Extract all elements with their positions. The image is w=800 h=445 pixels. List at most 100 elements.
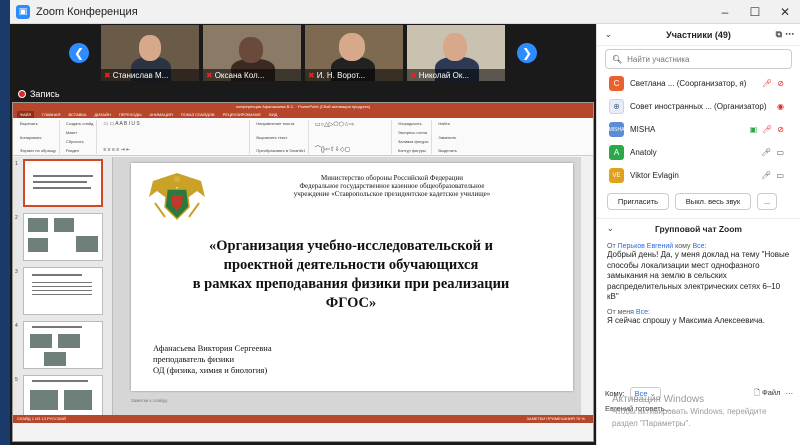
thumb-photo bbox=[76, 236, 98, 252]
more-options-icon[interactable]: ⋯ bbox=[786, 389, 794, 398]
minimize-icon[interactable]: – bbox=[710, 0, 740, 24]
ribbon-layout[interactable]: Макет bbox=[66, 130, 93, 135]
invite-button[interactable]: Пригласить bbox=[607, 193, 669, 210]
ppt-scrollbar[interactable] bbox=[581, 157, 593, 415]
ribbon-format-painter[interactable]: Формат по образцу bbox=[20, 148, 56, 153]
ppt-tab[interactable]: ПОКАЗ СЛАЙДОВ bbox=[181, 111, 215, 118]
ppt-tab[interactable]: АНИМАЦИЯ bbox=[150, 111, 173, 118]
close-icon[interactable]: ✕ bbox=[770, 0, 800, 24]
video-thumb[interactable]: ✖ Николай Ок... bbox=[407, 25, 505, 81]
thumb-line bbox=[32, 294, 92, 295]
ribbon-group-font: ▭ ▭ A A B I U S ≡ ≡ ≡ ≡ ⇥ ⇤ bbox=[100, 120, 251, 154]
ribbon-shape-outline[interactable]: Контур фигуры bbox=[398, 148, 429, 153]
slide-thumbnail[interactable] bbox=[23, 213, 103, 261]
recipient-select[interactable]: Все ⌄ bbox=[629, 386, 661, 400]
ppt-tab[interactable]: ДИЗАЙН bbox=[94, 111, 110, 118]
shared-screen-powerpoint[interactable]: конференция Афанасьева В.С. · PowerPoint… bbox=[12, 102, 594, 442]
ribbon-new-slide[interactable]: Создать слайд bbox=[66, 121, 93, 126]
participant-row[interactable]: A Anatoly 🎤︎ ▭ bbox=[597, 141, 800, 164]
video-thumb[interactable]: ✖ И. Н. Ворот... bbox=[305, 25, 403, 81]
participant-row[interactable]: MISHA MISHA ▣ 🎤︎ ⊘ bbox=[597, 118, 800, 141]
zoom-logo-icon: ▣ bbox=[16, 4, 30, 19]
thumb-line bbox=[32, 290, 92, 291]
recording-indicator[interactable]: Запись bbox=[18, 86, 60, 102]
thumb-line bbox=[33, 187, 91, 189]
ribbon-shapes-gallery-2[interactable]: ⌒{}⇦⇧⇩◇▢ bbox=[315, 144, 388, 153]
muted-mic-icon: ✖ bbox=[308, 70, 315, 80]
collapse-chevron-icon[interactable]: ⌄ bbox=[607, 224, 614, 233]
mic-icon[interactable]: 🎤︎ bbox=[761, 171, 771, 180]
popout-icon[interactable]: ⧉ bbox=[776, 29, 782, 40]
ribbon-quick-styles[interactable]: Экспресс-стили bbox=[398, 130, 429, 135]
message-sender[interactable]: Перьков Евгений bbox=[618, 243, 674, 250]
previous-page-button[interactable]: ❮ bbox=[69, 43, 89, 63]
ribbon-shapes-gallery[interactable]: ▭○△▷⬠⬡☆⇨ bbox=[315, 121, 388, 128]
video-icon[interactable]: ▭ bbox=[776, 148, 784, 157]
ribbon-paragraph-tools[interactable]: ≡ ≡ ≡ ≡ ⇥ ⇤ bbox=[103, 147, 246, 153]
maximize-icon[interactable]: ☐ bbox=[740, 0, 770, 24]
next-page-button[interactable]: ❯ bbox=[517, 43, 537, 63]
ribbon-find[interactable]: Найти bbox=[438, 121, 456, 126]
ppt-ribbon: Вырезать Копировать Формат по образцу Со… bbox=[13, 118, 593, 156]
ribbon-arrange[interactable]: Упорядочить bbox=[398, 121, 429, 126]
participant-row[interactable]: С Светлана ... (Соорганизатор, я) 🎤︎ ⊘ bbox=[597, 72, 800, 95]
to-label: Кому: bbox=[605, 388, 625, 398]
ribbon-section[interactable]: Раздел bbox=[66, 148, 93, 153]
participant-search[interactable]: 🔍︎ bbox=[605, 49, 792, 69]
chat-input[interactable]: Евгений готоветь... bbox=[605, 404, 793, 413]
more-button[interactable]: ... bbox=[757, 193, 777, 210]
chat-title: Групповой чат Zoom bbox=[655, 223, 742, 234]
slide-number: 3 bbox=[15, 269, 18, 275]
participant-search-input[interactable] bbox=[627, 54, 791, 64]
ribbon-replace[interactable]: Заменить bbox=[438, 135, 456, 140]
ppt-tab[interactable]: ВСТАВКА bbox=[68, 111, 86, 118]
video-off-icon[interactable]: ⊘ bbox=[777, 79, 784, 88]
video-icon[interactable]: ▭ bbox=[776, 171, 784, 180]
ribbon-font-tools[interactable]: ▭ ▭ A A B I U S bbox=[103, 121, 246, 127]
ribbon-smartart[interactable]: Преобразовать в SmartArt bbox=[256, 148, 305, 153]
ribbon-select[interactable]: Выделить bbox=[438, 148, 456, 153]
slide-thumbnail[interactable] bbox=[23, 159, 103, 207]
ppt-tab[interactable]: ФАЙЛ bbox=[17, 111, 35, 118]
ministry-line: Федеральное государственное казенное общ… bbox=[299, 182, 485, 190]
slide-thumbnail[interactable] bbox=[23, 321, 103, 369]
ribbon-shape-fill[interactable]: Заливка фигуры bbox=[398, 139, 429, 144]
current-slide[interactable]: Министерство обороны Российской Федераци… bbox=[131, 163, 573, 391]
more-options-icon[interactable]: ⋯ bbox=[785, 29, 794, 40]
ppt-tab[interactable]: ГЛАВНАЯ bbox=[42, 111, 60, 118]
status-right: ЗАМЕТКИ ПРИМЕЧАНИЯ 76 % bbox=[526, 416, 585, 421]
ppt-workspace: 1 2 3 4 5 Министерство обороны Российско… bbox=[13, 157, 593, 415]
slide-thumbnail[interactable] bbox=[23, 375, 103, 415]
file-button[interactable]: 🗋 Файл bbox=[754, 387, 781, 400]
message-text: Добрый день! Да, у меня доклад на тему "… bbox=[607, 250, 790, 301]
video-thumb[interactable]: ✖ Оксана Кол... bbox=[203, 25, 301, 81]
muted-mic-icon[interactable]: 🎤︎ bbox=[762, 125, 772, 134]
video-off-icon[interactable]: ⊘ bbox=[777, 125, 784, 134]
muted-mic-icon: ✖ bbox=[104, 70, 111, 80]
slide-thumbnail[interactable] bbox=[23, 267, 103, 315]
muted-mic-icon[interactable]: 🎤︎ bbox=[762, 79, 772, 88]
ribbon-copy[interactable]: Копировать bbox=[20, 135, 56, 140]
ribbon-cut[interactable]: Вырезать bbox=[20, 121, 56, 126]
ribbon-reset[interactable]: Сбросить bbox=[66, 139, 93, 144]
mute-all-button[interactable]: Выкл. весь звук bbox=[675, 193, 751, 210]
screen: ▣ Zoom Конференция – ☐ ✕ ❮ ✖ Станислав М.… bbox=[0, 0, 800, 445]
collapse-chevron-icon[interactable]: ⌄ bbox=[605, 30, 612, 39]
thumb-name: Оксана Кол... bbox=[214, 70, 265, 80]
participant-row[interactable]: ⊕ Совет иностранных ... (Организатор) ◉ bbox=[597, 95, 800, 118]
ribbon-align-text[interactable]: Выровнять текст bbox=[256, 135, 305, 140]
participant-name: Совет иностранных ... (Организатор) bbox=[630, 102, 767, 111]
slide-notes[interactable]: Заметки к слайду bbox=[131, 398, 167, 403]
participant-row[interactable]: VE Viktor Evlagin 🎤︎ ▭ bbox=[597, 164, 800, 187]
ppt-tab[interactable]: РЕЦЕНЗИРОВАНИЕ bbox=[223, 111, 261, 118]
ministry-line: учреждение «Ставропольское президентское… bbox=[293, 190, 491, 198]
thumb-photo bbox=[30, 334, 52, 348]
mic-icon[interactable]: 🎤︎ bbox=[761, 148, 771, 157]
message-meta: От Перьков Евгений кому Все: bbox=[607, 243, 790, 250]
ppt-tab[interactable]: ПЕРЕХОДЫ bbox=[119, 111, 142, 118]
ribbon-text-direction[interactable]: Направление текста bbox=[256, 121, 305, 126]
ribbon-group-editing: Найти Заменить Выделить bbox=[435, 120, 459, 154]
ppt-tab[interactable]: ВИД bbox=[269, 111, 277, 118]
share-screen-icon: ▣ bbox=[749, 125, 758, 134]
video-thumb[interactable]: ✖ Станислав М... bbox=[101, 25, 199, 81]
